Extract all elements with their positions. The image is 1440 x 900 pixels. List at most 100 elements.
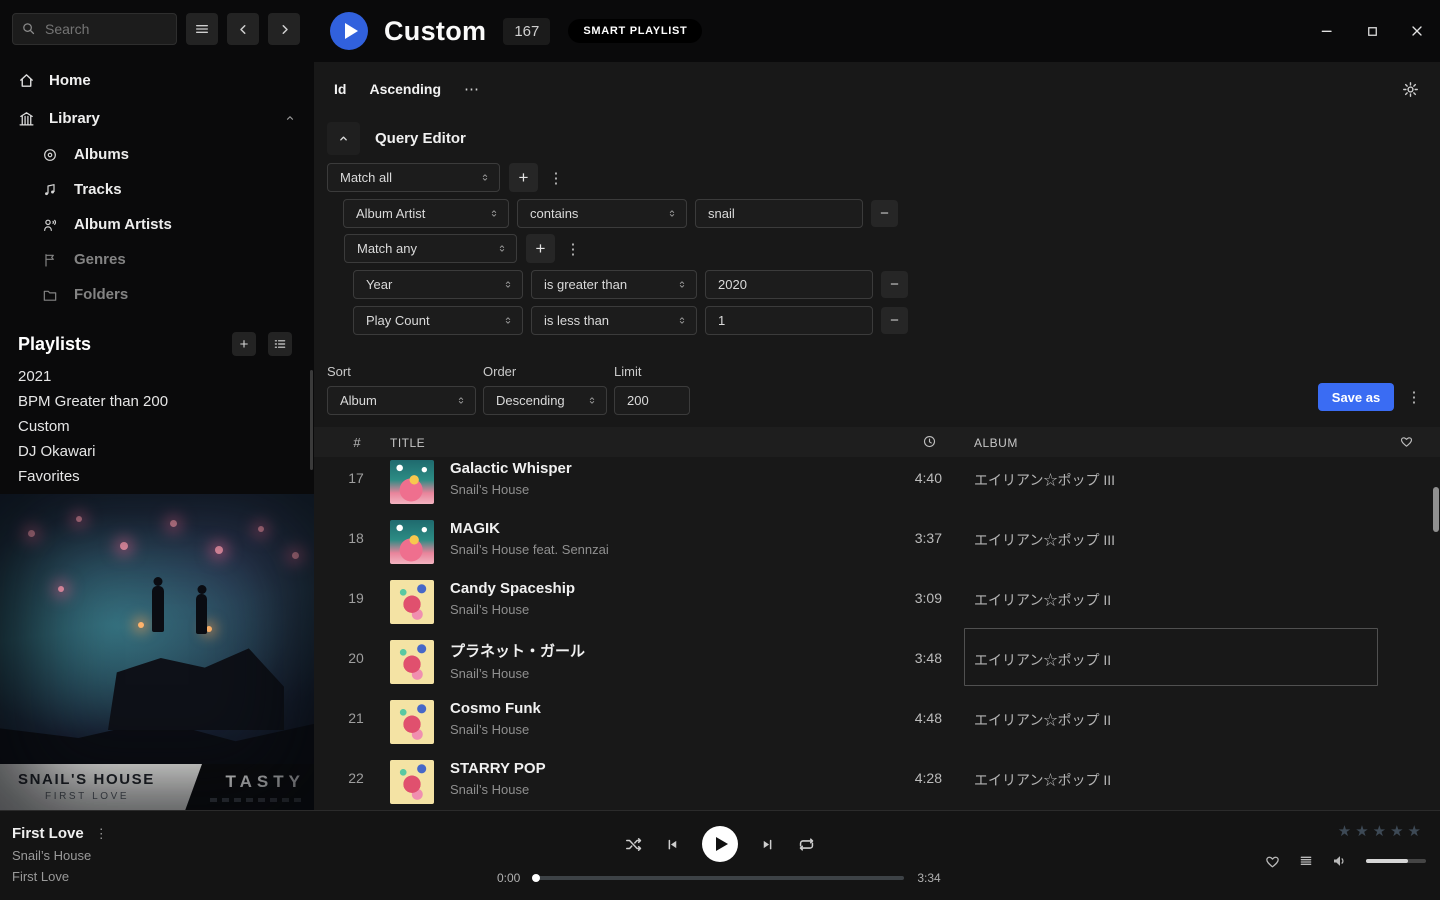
minimize-button[interactable] (1319, 23, 1335, 39)
sidebar-item-tracks[interactable]: Tracks (0, 172, 314, 207)
sidebar-item-label: Album Artists (74, 216, 172, 233)
rule-operator-select[interactable]: contains (517, 199, 687, 228)
nav-forward-button[interactable] (268, 13, 300, 45)
table-row[interactable]: 22 STARRY POPSnail’s House 4:28 エイリアン☆ポッ… (314, 752, 1440, 810)
more-options-button[interactable]: ⋯ (464, 80, 480, 98)
smart-playlist-badge: SMART PLAYLIST (568, 19, 702, 43)
save-options-kebab-button[interactable]: ⋮ (1405, 383, 1423, 411)
play-playlist-button[interactable] (330, 12, 368, 50)
add-rule-button[interactable]: + (526, 234, 555, 263)
rule-value-input[interactable] (705, 306, 873, 335)
now-playing-artist: Snail’s House (12, 848, 108, 863)
star-icon: ★ (1338, 823, 1355, 840)
sidebar-item-home[interactable]: Home (0, 61, 314, 99)
play-pause-button[interactable] (702, 826, 738, 862)
rule-value-input[interactable] (695, 199, 863, 228)
track-cover (390, 520, 434, 564)
table-row[interactable]: 17 Galactic WhisperSnail’s House 4:40 エイ… (314, 452, 1440, 512)
volume-icon[interactable] (1331, 852, 1349, 870)
chevron-up-icon[interactable] (284, 112, 296, 124)
sidebar-item-label: Genres (74, 251, 126, 268)
artwork-brand: TASTY (226, 772, 305, 792)
order-select[interactable]: Descending (483, 386, 607, 415)
track-album: エイリアン☆ポップ II (974, 650, 1111, 670)
next-button[interactable] (760, 837, 775, 852)
track-artist: Snail’s House (450, 482, 572, 497)
remove-rule-button[interactable]: − (881, 271, 908, 298)
playlist-item[interactable]: 2021 (0, 364, 314, 389)
clock-icon[interactable] (922, 434, 937, 449)
rule-value-input[interactable] (705, 270, 873, 299)
sidebar-item-genres[interactable]: Genres (0, 242, 314, 277)
sidebar-scrollbar-thumb[interactable] (310, 370, 313, 470)
scrollbar-thumb[interactable] (1433, 487, 1439, 532)
favorite-heart-button[interactable] (1264, 853, 1281, 870)
match-all-select[interactable]: Match all (327, 163, 500, 192)
match-all-row: Match all + ⋮ (327, 163, 565, 192)
close-button[interactable] (1409, 23, 1425, 39)
lantern-glow (215, 546, 223, 554)
rule-field-select[interactable]: Play Count (353, 306, 523, 335)
search-box (12, 13, 177, 45)
add-rule-button[interactable]: + (509, 163, 538, 192)
home-icon (18, 72, 35, 89)
sidebar-item-albums[interactable]: Albums (0, 137, 314, 172)
playlist-item[interactable]: Favorites (0, 464, 314, 489)
repeat-button[interactable] (797, 835, 816, 854)
limit-input[interactable] (614, 386, 690, 415)
shuffle-button[interactable] (624, 835, 643, 854)
collapse-query-editor-button[interactable] (327, 122, 360, 155)
save-as-button[interactable]: Save as (1318, 383, 1394, 411)
sort-field-button[interactable]: Id (334, 81, 346, 97)
rule-operator-select[interactable]: is greater than (531, 270, 697, 299)
lantern-glow (292, 552, 299, 559)
rule-field-select[interactable]: Album Artist (343, 199, 509, 228)
playlists-title: Playlists (18, 334, 91, 355)
group-kebab-button[interactable]: ⋮ (547, 163, 565, 192)
playlist-view-button[interactable] (268, 332, 292, 356)
remove-rule-button[interactable]: − (871, 200, 898, 227)
table-row[interactable]: 19 Candy SpaceshipSnail’s House 3:09 エイリ… (314, 572, 1440, 632)
group-kebab-button[interactable]: ⋮ (564, 234, 582, 263)
sort-direction-button[interactable]: Ascending (369, 81, 441, 97)
gear-icon[interactable] (1402, 81, 1419, 98)
order-label: Order (483, 364, 607, 379)
column-number[interactable]: # (342, 435, 372, 450)
rule-field-select[interactable]: Year (353, 270, 523, 299)
playlist-item[interactable]: DJ Okawari (0, 439, 314, 464)
seek-slider[interactable] (533, 876, 904, 880)
table-row[interactable]: 18 MAGIKSnail’s House feat. Sennzai 3:37… (314, 512, 1440, 572)
search-input[interactable] (12, 13, 177, 45)
artwork-figure (196, 594, 207, 634)
volume-slider[interactable] (1366, 859, 1426, 863)
match-any-select[interactable]: Match any (344, 234, 517, 263)
add-playlist-button[interactable]: + (232, 332, 256, 356)
sidebar-item-folders[interactable]: Folders (0, 277, 314, 312)
star-rating[interactable]: ★★★★★ (1338, 822, 1425, 840)
table-row[interactable]: 21 Cosmo FunkSnail’s House 4:48 エイリアン☆ポッ… (314, 692, 1440, 752)
playlist-item[interactable]: Custom (0, 414, 314, 439)
menu-button[interactable] (186, 13, 218, 45)
sidebar-item-library[interactable]: Library (0, 99, 314, 137)
column-title[interactable]: TITLE (390, 436, 425, 450)
playlist-item[interactable]: BPM Greater than 200 (0, 389, 314, 414)
previous-button[interactable] (665, 837, 680, 852)
remove-rule-button[interactable]: − (881, 307, 908, 334)
sidebar-item-label: Folders (74, 286, 128, 303)
queue-button[interactable] (1298, 853, 1314, 869)
now-playing-album: First Love (12, 869, 108, 884)
rule-operator-select[interactable]: is less than (531, 306, 697, 335)
now-playing-kebab-button[interactable]: ⋮ (95, 826, 108, 842)
progress-row: 0:00 3:34 (497, 871, 941, 885)
sidebar-item-album-artists[interactable]: Album Artists (0, 207, 314, 242)
sort-select[interactable]: Album (327, 386, 476, 415)
column-album[interactable]: ALBUM (974, 436, 1018, 450)
heart-icon[interactable] (1399, 434, 1414, 449)
seek-thumb[interactable] (532, 874, 540, 882)
track-album: エイリアン☆ポップ II (974, 590, 1111, 610)
table-row[interactable]: 20 プラネット・ガールSnail’s House 3:48 エイリアン☆ポップ… (314, 632, 1440, 692)
library-icon (18, 110, 35, 127)
select-updown-icon (667, 206, 677, 221)
maximize-button[interactable] (1364, 23, 1380, 39)
nav-back-button[interactable] (227, 13, 259, 45)
